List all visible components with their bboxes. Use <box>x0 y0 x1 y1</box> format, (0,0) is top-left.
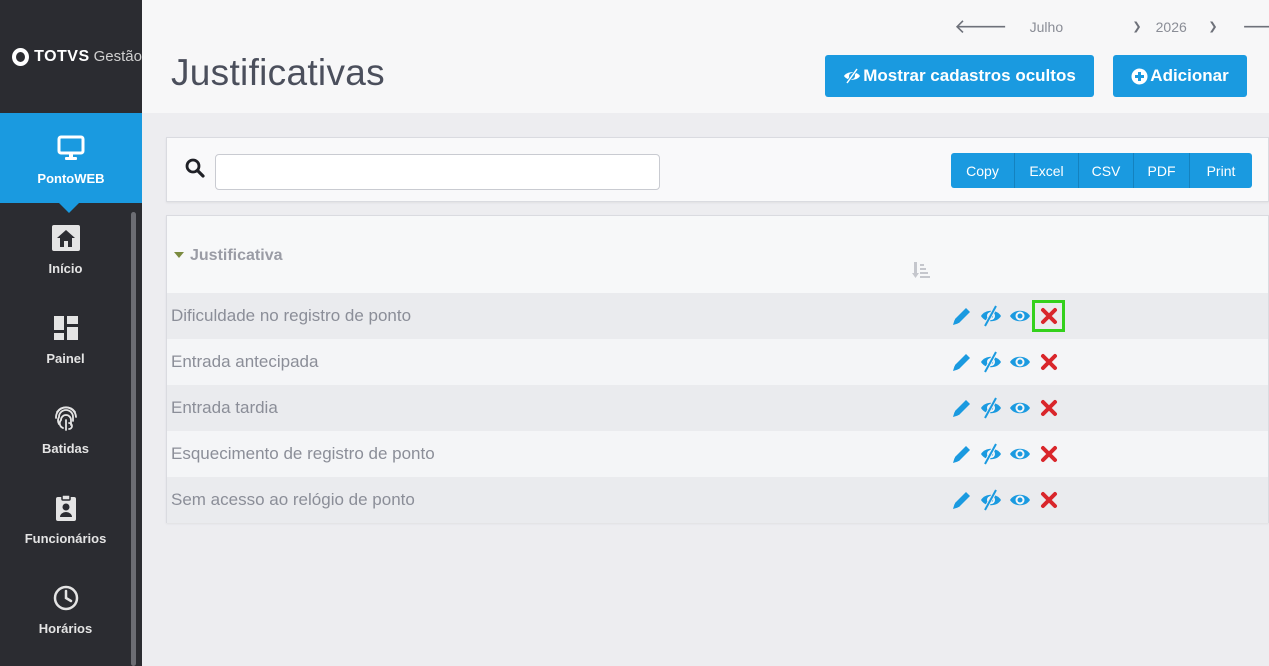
clock-icon <box>52 581 80 615</box>
hide-eye-slash-icon[interactable] <box>976 301 1005 331</box>
hide-eye-slash-icon[interactable] <box>976 347 1005 377</box>
sidebar-item-label: Início <box>48 260 83 276</box>
date-navigator: 🡐 Julho ❯ 2026 ❯ 🡒 <box>954 14 1269 39</box>
view-eye-icon[interactable] <box>1005 301 1034 331</box>
hide-eye-slash-icon[interactable] <box>976 439 1005 469</box>
sidebar-item-label: PontoWEB <box>37 170 105 186</box>
plus-circle-icon <box>1131 68 1148 85</box>
table-header[interactable]: Justificativa <box>167 216 1268 293</box>
hide-eye-slash-icon[interactable] <box>976 485 1005 515</box>
chevron-down-icon: ❯ <box>1208 21 1218 33</box>
logo-brand: TOTVS <box>34 47 90 65</box>
sidebar-item-funcionarios[interactable]: Funcionários <box>0 473 131 563</box>
view-eye-icon[interactable] <box>1005 439 1034 469</box>
show-hidden-records-button[interactable]: Mostrar cadastros ocultos <box>825 55 1094 97</box>
sidebar-item-horarios[interactable]: Horários <box>0 563 131 653</box>
page-title: Justificativas <box>171 52 385 93</box>
month-value: Julho <box>1029 18 1064 35</box>
row-name: Sem acesso ao relógio de ponto <box>171 490 415 509</box>
add-button[interactable]: Adicionar <box>1113 55 1247 97</box>
edit-pencil-icon[interactable] <box>947 393 976 423</box>
dashboard-icon <box>53 311 79 345</box>
row-actions <box>947 347 1063 377</box>
sidebar-item-label: Painel <box>46 350 85 366</box>
row-actions <box>947 439 1063 469</box>
logo-sub: Gestão <box>93 48 142 65</box>
year-select[interactable]: 2026 ❯ <box>1156 19 1218 35</box>
row-actions <box>947 300 1065 332</box>
sidebar-item-inicio[interactable]: Início <box>0 203 131 293</box>
table-row[interactable]: Sem acesso ao relógio de ponto <box>167 477 1268 523</box>
logo: TOTVS Gestão <box>0 0 142 113</box>
export-button-group: Copy Excel CSV PDF Print <box>951 153 1252 188</box>
justifications-table: Justificativa Dificuldade no registro de… <box>166 215 1269 523</box>
hide-eye-slash-icon[interactable] <box>976 393 1005 423</box>
search-toolbar: Copy Excel CSV PDF Print <box>166 137 1269 202</box>
column-header-justificativa: Justificativa <box>190 247 283 264</box>
table-row[interactable]: Dificuldade no registro de ponto <box>167 293 1268 339</box>
show-hidden-label: Mostrar cadastros ocultos <box>863 66 1076 85</box>
sidebar-item-label: Batidas <box>42 440 89 456</box>
next-month-arrow-icon[interactable]: 🡒 <box>1242 14 1269 39</box>
row-name: Entrada antecipada <box>171 352 319 371</box>
row-actions <box>947 485 1063 515</box>
sidebar-item-pontoweb[interactable]: PontoWEB <box>0 113 142 213</box>
sidebar-item-painel[interactable]: Painel <box>0 293 131 383</box>
search-icon <box>185 158 205 183</box>
excel-button[interactable]: Excel <box>1015 153 1079 188</box>
view-eye-icon[interactable] <box>1005 347 1034 377</box>
table-row[interactable]: Entrada tardia <box>167 385 1268 431</box>
search-input[interactable] <box>215 154 660 190</box>
chevron-down-icon: ❯ <box>1132 21 1142 33</box>
sort-icon[interactable] <box>912 261 932 284</box>
sidebar-scrollbar[interactable] <box>131 212 136 666</box>
sidebar-item-label: Horários <box>38 620 93 636</box>
row-name: Dificuldade no registro de ponto <box>171 306 412 325</box>
delete-x-icon[interactable] <box>1032 300 1065 332</box>
delete-x-icon[interactable] <box>1034 393 1063 423</box>
row-actions <box>947 393 1063 423</box>
row-name: Esquecimento de registro de ponto <box>171 444 435 463</box>
monitor-icon <box>57 131 85 165</box>
prev-month-arrow-icon[interactable]: 🡐 <box>954 14 1008 39</box>
month-select[interactable]: Julho ❯ <box>1030 19 1142 35</box>
badge-icon <box>55 491 77 525</box>
delete-x-icon[interactable] <box>1034 347 1063 377</box>
row-name: Entrada tardia <box>171 398 278 417</box>
sidebar-item-batidas[interactable]: Batidas <box>0 383 131 473</box>
logo-mark-icon <box>12 47 30 66</box>
edit-pencil-icon[interactable] <box>947 347 976 377</box>
fingerprint-icon <box>53 401 79 435</box>
table-row[interactable]: Esquecimento de registro de ponto <box>167 431 1268 477</box>
year-value: 2026 <box>1155 18 1187 35</box>
view-eye-icon[interactable] <box>1005 393 1034 423</box>
add-label: Adicionar <box>1150 66 1229 85</box>
copy-button[interactable]: Copy <box>951 153 1015 188</box>
sidebar-item-label: Funcionários <box>24 530 107 546</box>
caret-down-icon <box>174 252 184 258</box>
edit-pencil-icon[interactable] <box>947 485 976 515</box>
delete-x-icon[interactable] <box>1034 485 1063 515</box>
home-icon <box>51 221 81 255</box>
edit-pencil-icon[interactable] <box>947 301 976 331</box>
view-eye-icon[interactable] <box>1005 485 1034 515</box>
pdf-button[interactable]: PDF <box>1134 153 1190 188</box>
delete-x-icon[interactable] <box>1034 439 1063 469</box>
table-row[interactable]: Entrada antecipada <box>167 339 1268 385</box>
print-button[interactable]: Print <box>1190 153 1252 188</box>
edit-pencil-icon[interactable] <box>947 439 976 469</box>
sidebar: TOTVS Gestão PontoWEB Início Painel Bati… <box>0 0 142 666</box>
page-header: Justificativas 🡐 Julho ❯ 2026 ❯ 🡒 Mostra… <box>142 0 1269 113</box>
eye-slash-icon <box>843 68 861 84</box>
csv-button[interactable]: CSV <box>1079 153 1134 188</box>
